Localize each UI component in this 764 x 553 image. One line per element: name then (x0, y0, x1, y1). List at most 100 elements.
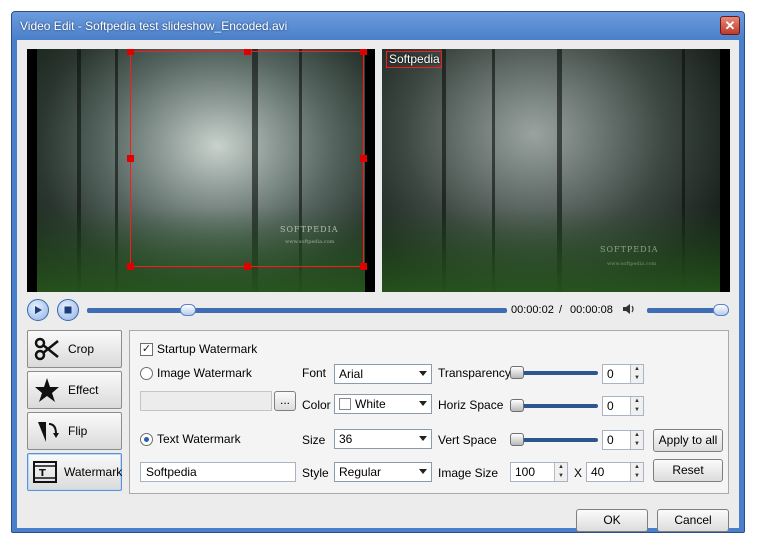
title-bar[interactable]: Video Edit - Softpedia test slideshow_En… (12, 12, 744, 40)
flip-icon (32, 416, 62, 446)
crop-rectangle[interactable] (127, 49, 367, 270)
image-height-value: 40 (591, 465, 605, 479)
video-edit-window: Video Edit - Softpedia test slideshow_En… (11, 11, 745, 533)
horiz-space-value: 0 (607, 399, 614, 413)
style-select-value: Regular (339, 465, 382, 479)
current-time: 00:00:02 (511, 304, 554, 316)
crop-handle[interactable] (244, 263, 251, 270)
crop-handle[interactable] (244, 49, 251, 55)
transparency-spinner[interactable]: 0 ▲ ▼ (602, 364, 644, 384)
reset-button[interactable]: Reset (653, 459, 723, 482)
transparency-value: 0 (607, 367, 614, 381)
chevron-down-icon (419, 401, 427, 406)
play-icon (35, 306, 42, 314)
apply-to-all-button[interactable]: Apply to all (653, 429, 723, 452)
image-size-x-label: X (574, 466, 583, 480)
crop-icon (32, 334, 62, 364)
watermark-text-input[interactable]: Softpedia (140, 462, 296, 482)
vert-space-value: 0 (607, 433, 614, 447)
sidebar-item-crop[interactable]: Crop (27, 330, 122, 368)
font-label: Font (302, 366, 327, 380)
sidebar-item-effect[interactable]: Effect (27, 371, 122, 409)
close-button[interactable]: ✕ (720, 16, 740, 35)
spin-up-icon[interactable]: ▲ (554, 463, 567, 472)
horiz-space-label: Horiz Space (438, 398, 504, 412)
size-label: Size (302, 433, 326, 447)
text-watermark-radio[interactable] (140, 433, 153, 446)
sidebar-item-flip[interactable]: Flip (27, 412, 122, 450)
spin-up-icon[interactable]: ▲ (630, 431, 643, 440)
text-watermark-label: Text Watermark (157, 432, 241, 446)
style-label: Style (302, 466, 329, 480)
spin-down-icon[interactable]: ▼ (630, 406, 643, 415)
image-path-field[interactable] (140, 391, 272, 411)
spin-down-icon[interactable]: ▼ (630, 472, 643, 481)
style-select[interactable]: Regular (334, 462, 432, 482)
seek-bar[interactable] (87, 304, 507, 316)
spin-down-icon[interactable]: ▼ (554, 472, 567, 481)
vert-space-label: Vert Space (438, 433, 497, 447)
watermark-overlay-text: Softpedia (389, 52, 440, 66)
crop-handle[interactable] (360, 155, 367, 162)
watermark-overlay[interactable]: Softpedia (386, 51, 442, 68)
play-button[interactable] (27, 299, 49, 321)
vert-space-spinner[interactable]: 0 ▲ ▼ (602, 430, 644, 450)
spin-down-icon[interactable]: ▼ (630, 440, 643, 449)
image-watermark-label: Image Watermark (157, 366, 252, 380)
horiz-space-slider[interactable] (510, 399, 598, 412)
cancel-button[interactable]: Cancel (657, 509, 729, 532)
color-select-value: White (355, 397, 386, 411)
image-width-value: 100 (515, 465, 536, 479)
crop-handle[interactable] (360, 49, 367, 55)
window-title: Video Edit - Softpedia test slideshow_En… (20, 19, 288, 33)
startup-watermark-checkbox[interactable]: ✓ (140, 343, 153, 356)
crop-handle[interactable] (127, 155, 134, 162)
source-preview[interactable]: SOFTPEDIA www.softpedia.com (27, 49, 375, 292)
slider-thumb[interactable] (510, 433, 524, 446)
chevron-down-icon (419, 436, 427, 441)
output-brand-url: www.softpedia.com (607, 261, 657, 267)
font-select[interactable]: Arial (334, 364, 432, 384)
svg-text:T: T (39, 468, 46, 479)
spin-up-icon[interactable]: ▲ (630, 397, 643, 406)
spin-down-icon[interactable]: ▼ (630, 374, 643, 383)
vert-space-slider[interactable] (510, 433, 598, 446)
transparency-slider[interactable] (510, 366, 598, 379)
slider-thumb[interactable] (510, 366, 524, 379)
horiz-space-spinner[interactable]: 0 ▲ ▼ (602, 396, 644, 416)
spin-up-icon[interactable]: ▲ (630, 463, 643, 472)
color-select[interactable]: White (334, 394, 432, 414)
crop-handle[interactable] (127, 263, 134, 270)
sidebar-item-watermark[interactable]: T Watermark (27, 453, 122, 491)
stop-icon (64, 306, 72, 314)
chevron-down-icon (419, 371, 427, 376)
volume-thumb[interactable] (713, 304, 730, 316)
star-icon (32, 375, 62, 405)
slider-thumb[interactable] (510, 399, 524, 412)
time-separator: / (559, 304, 563, 316)
spin-up-icon[interactable]: ▲ (630, 365, 643, 374)
watermark-panel: ✓ Startup Watermark Image Watermark ... … (129, 330, 729, 494)
ok-button[interactable]: OK (576, 509, 648, 532)
color-swatch (339, 398, 351, 410)
color-label: Color (302, 398, 331, 412)
image-height-spinner[interactable]: 40 ▲ ▼ (586, 462, 644, 482)
crop-handle[interactable] (127, 49, 134, 55)
crop-handle[interactable] (360, 263, 367, 270)
total-time: 00:00:08 (570, 304, 613, 316)
chevron-down-icon (419, 469, 427, 474)
size-select[interactable]: 36 (334, 429, 432, 449)
startup-watermark-label: Startup Watermark (157, 342, 258, 356)
volume-bar[interactable] (647, 304, 730, 316)
output-preview[interactable]: SOFTPEDIA www.softpedia.com Softpedia (382, 49, 730, 292)
seek-thumb[interactable] (179, 304, 196, 316)
transparency-label: Transparency (438, 366, 511, 380)
image-watermark-radio[interactable] (140, 367, 153, 380)
browse-button[interactable]: ... (274, 391, 296, 411)
output-frame: SOFTPEDIA www.softpedia.com (382, 49, 720, 292)
image-width-spinner[interactable]: 100 ▲ ▼ (510, 462, 568, 482)
sidebar-item-label: Crop (68, 342, 95, 356)
client-area: SOFTPEDIA www.softpedia.com SOFTPEDIA ww… (17, 40, 739, 532)
volume-icon[interactable] (622, 303, 636, 315)
stop-button[interactable] (57, 299, 79, 321)
